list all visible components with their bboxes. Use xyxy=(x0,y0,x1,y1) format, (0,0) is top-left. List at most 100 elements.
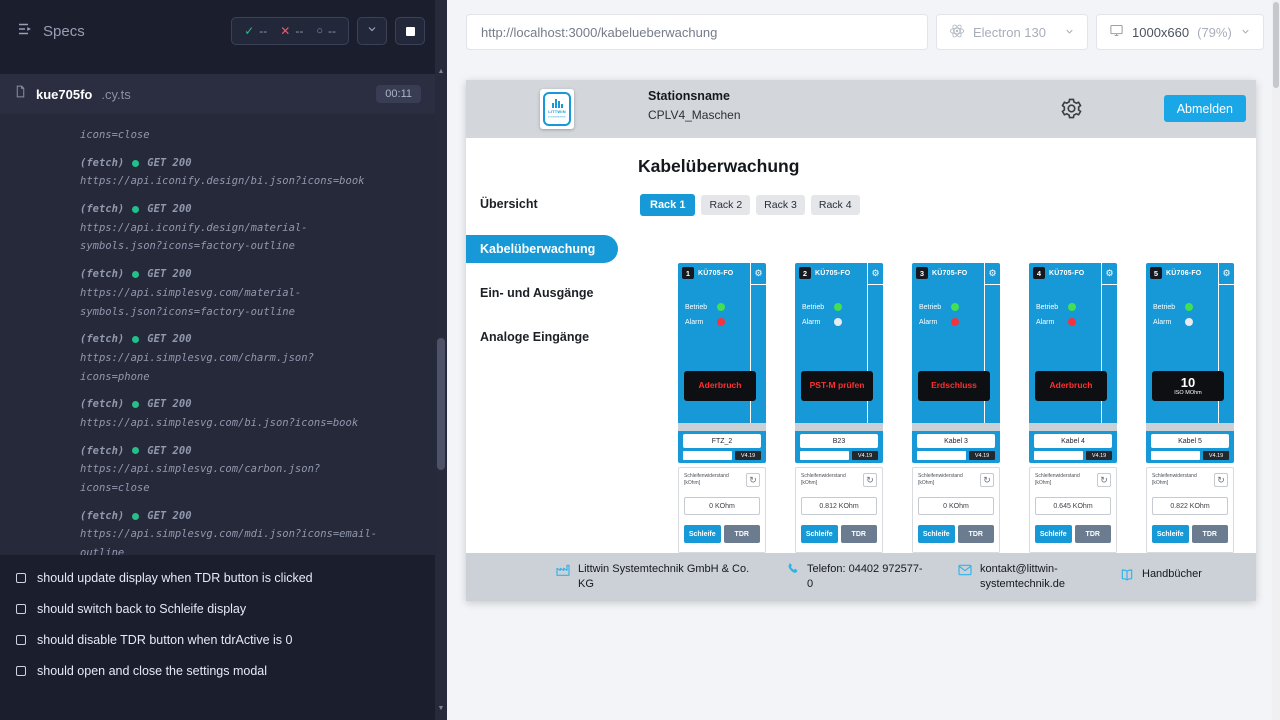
gear-icon[interactable]: ⚙ xyxy=(1219,263,1234,285)
device-card: 5 KÜ706-FO Betrieb Alarm ⚙ xyxy=(1146,263,1234,553)
alarm-led xyxy=(1185,318,1193,326)
success-dot-icon xyxy=(132,206,139,213)
tab-rack-4[interactable]: Rack 4 xyxy=(811,195,860,215)
scrollbar-thumb[interactable] xyxy=(437,338,445,470)
spec-header[interactable]: kue705fo .cy.ts 00:11 xyxy=(0,74,435,114)
cable-name[interactable]: Kabel 5 xyxy=(1151,434,1229,448)
url-input[interactable]: http://localhost:3000/kabelueberwachung xyxy=(466,14,928,50)
schleife-button[interactable]: Schleife xyxy=(684,525,721,543)
refresh-icon[interactable]: ↻ xyxy=(980,473,994,487)
tdr-button[interactable]: TDR xyxy=(841,525,878,543)
device-cards: 1 KÜ705-FO Betrieb Alarm ⚙ xyxy=(678,263,1234,553)
betrieb-label: Betrieb xyxy=(919,304,951,311)
collapse-button[interactable] xyxy=(357,17,387,45)
status-display: Aderbruch xyxy=(684,371,756,401)
station-info: Stationsname CPLV4_Maschen xyxy=(648,89,741,122)
tdr-button[interactable]: TDR xyxy=(724,525,761,543)
viewport-select[interactable]: 1000x660 (79%) xyxy=(1096,14,1264,50)
betrieb-label: Betrieb xyxy=(1036,304,1068,311)
spec-extension: .cy.ts xyxy=(101,87,130,102)
spec-timer: 00:11 xyxy=(376,85,421,103)
cable-name[interactable]: Kabel 3 xyxy=(917,434,995,448)
divider-band xyxy=(795,423,883,431)
littwin-logo[interactable]: LITTWIN SYSTEMTECHNIK xyxy=(540,89,574,129)
stop-button[interactable] xyxy=(395,17,425,45)
schleife-button[interactable]: Schleife xyxy=(918,525,955,543)
test-checkbox-icon xyxy=(16,666,26,676)
scrollbar-thumb[interactable] xyxy=(1273,2,1279,88)
logout-button[interactable]: Abmelden xyxy=(1164,95,1246,122)
refresh-icon[interactable]: ↻ xyxy=(1214,473,1228,487)
viewport-size: 1000x660 xyxy=(1132,25,1189,40)
stat-failed: ✕-- xyxy=(280,24,303,38)
tdr-button[interactable]: TDR xyxy=(958,525,995,543)
betrieb-led xyxy=(951,303,959,311)
cable-name[interactable]: Kabel 4 xyxy=(1034,434,1112,448)
scroll-down-icon[interactable]: ▼ xyxy=(435,705,447,712)
tdr-button[interactable]: TDR xyxy=(1192,525,1229,543)
footer-email[interactable]: kontakt@littwin-systemtechnik.de xyxy=(957,562,1089,592)
device-number: 1 xyxy=(682,267,694,279)
log-entry[interactable]: (fetch)GET 200 https://api.iconify.desig… xyxy=(80,154,380,191)
nav-item-uebersicht[interactable]: Übersicht xyxy=(466,190,618,218)
test-item[interactable]: should switch back to Schleife display xyxy=(16,602,419,616)
footer-manuals[interactable]: Handbücher xyxy=(1119,567,1202,588)
refresh-icon[interactable]: ↻ xyxy=(863,473,877,487)
nav-item-kabelueberwachung[interactable]: Kabelüberwachung xyxy=(466,235,618,263)
specs-menu-toggle[interactable]: Specs xyxy=(16,20,85,42)
reporter-scrollbar[interactable]: ▲ ▼ xyxy=(435,0,447,720)
page-scrollbar[interactable] xyxy=(1272,0,1280,720)
log-entry[interactable]: (fetch)GET 200 https://api.iconify.desig… xyxy=(80,200,380,256)
test-item[interactable]: should update display when TDR button is… xyxy=(16,571,419,585)
success-dot-icon xyxy=(132,336,139,343)
divider-band xyxy=(1146,423,1234,431)
device-number: 5 xyxy=(1150,267,1162,279)
device-number: 2 xyxy=(799,267,811,279)
measurement-value: 0.812 KOhm xyxy=(801,497,877,515)
sidebar-nav: Übersicht Kabelüberwachung Ein- und Ausg… xyxy=(466,138,618,553)
log-entry[interactable]: (fetch)GET 200 https://api.simplesvg.com… xyxy=(80,265,380,321)
schleife-button[interactable]: Schleife xyxy=(801,525,838,543)
scroll-up-icon[interactable]: ▲ xyxy=(435,68,447,75)
factory-icon xyxy=(555,562,571,583)
tdr-button[interactable]: TDR xyxy=(1075,525,1112,543)
test-item[interactable]: should disable TDR button when tdrActive… xyxy=(16,633,419,647)
nav-item-analoge-eingaenge[interactable]: Analoge Eingänge xyxy=(466,323,618,351)
test-item[interactable]: should open and close the settings modal xyxy=(16,664,419,678)
gear-icon[interactable]: ⚙ xyxy=(868,263,883,285)
refresh-icon[interactable]: ↻ xyxy=(746,473,760,487)
mini-field xyxy=(1034,451,1083,460)
test-stats: ✓-- ✕-- ○-- xyxy=(231,17,349,45)
refresh-icon[interactable]: ↻ xyxy=(1097,473,1111,487)
device-model: KÜ705-FO xyxy=(698,270,733,277)
tab-rack-1[interactable]: Rack 1 xyxy=(640,194,695,216)
alarm-led xyxy=(1068,318,1076,326)
settings-gear-icon[interactable] xyxy=(1060,97,1083,120)
pending-icon: ○ xyxy=(316,25,323,37)
footer-phone[interactable]: Telefon: 04402 972577-0 xyxy=(785,562,927,592)
viewport-zoom: (79%) xyxy=(1197,25,1232,40)
betrieb-label: Betrieb xyxy=(1153,304,1185,311)
footer-company: Littwin Systemtechnik GmbH & Co. KG xyxy=(555,562,755,592)
betrieb-label: Betrieb xyxy=(802,304,834,311)
log-entry[interactable]: (fetch)GET 200 https://api.simplesvg.com… xyxy=(80,395,380,432)
gear-icon[interactable]: ⚙ xyxy=(1102,263,1117,285)
gear-icon[interactable]: ⚙ xyxy=(985,263,1000,285)
stat-passed: ✓-- xyxy=(244,24,267,38)
schleife-button[interactable]: Schleife xyxy=(1152,525,1189,543)
log-entry[interactable]: (fetch)GET 200 https://api.simplesvg.com… xyxy=(80,507,380,555)
log-entry[interactable]: (fetch)GET 200 https://api.simplesvg.com… xyxy=(80,330,380,386)
tab-rack-2[interactable]: Rack 2 xyxy=(701,195,750,215)
nav-item-ein-und-ausgaenge[interactable]: Ein- und Ausgänge xyxy=(466,279,618,307)
schleife-button[interactable]: Schleife xyxy=(1035,525,1072,543)
cable-name[interactable]: FTZ_2 xyxy=(683,434,761,448)
cable-name[interactable]: B23 xyxy=(800,434,878,448)
log-entry[interactable]: (fetch)GET 200 https://api.simplesvg.com… xyxy=(80,442,380,498)
measurement-panel: Schleifenwiderstand [kOhm]↻ 0.645 KOhm S… xyxy=(1029,467,1117,553)
gear-icon[interactable]: ⚙ xyxy=(751,263,766,285)
tab-rack-3[interactable]: Rack 3 xyxy=(756,195,805,215)
measurement-label: Schleifenwiderstand [kOhm] xyxy=(918,473,972,486)
alarm-label: Alarm xyxy=(1036,319,1068,326)
browser-select[interactable]: Electron 130 xyxy=(936,14,1088,50)
mini-field xyxy=(1151,451,1200,460)
